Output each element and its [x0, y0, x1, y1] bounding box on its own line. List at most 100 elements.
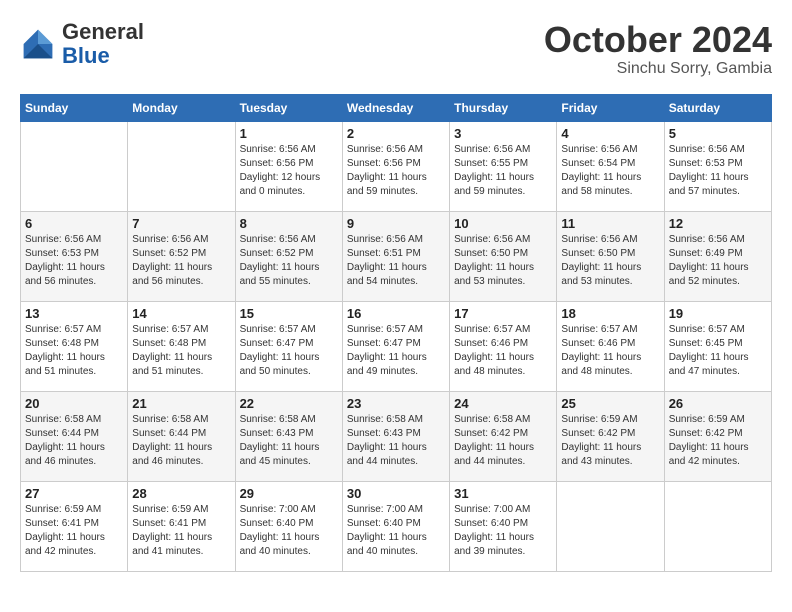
- day-info: Sunrise: 6:57 AM Sunset: 6:46 PM Dayligh…: [561, 323, 659, 379]
- day-number: 16: [347, 306, 445, 321]
- day-info: Sunrise: 6:56 AM Sunset: 6:53 PM Dayligh…: [25, 233, 123, 289]
- calendar-cell: 4 Sunrise: 6:56 AM Sunset: 6:54 PM Daylig…: [557, 121, 664, 211]
- day-number: 1: [240, 126, 338, 141]
- weekday-header: Wednesday: [342, 94, 449, 121]
- calendar-cell: 14Sunrise: 6:57 AM Sunset: 6:48 PM Dayli…: [128, 301, 235, 391]
- day-number: 15: [240, 306, 338, 321]
- day-info: Sunrise: 6:58 AM Sunset: 6:44 PM Dayligh…: [132, 413, 230, 469]
- day-number: 12: [669, 216, 767, 231]
- day-info: Sunrise: 6:56 AM Sunset: 6:53 PM Dayligh…: [669, 143, 767, 199]
- calendar-cell: 19 Sunrise: 6:57 AM Sunset: 6:45 PM Dayli…: [664, 301, 771, 391]
- day-info: Sunrise: 6:59 AM Sunset: 6:41 PM Dayligh…: [132, 503, 230, 559]
- day-info: Sunrise: 6:56 AM Sunset: 6:52 PM Dayligh…: [132, 233, 230, 289]
- day-number: 18: [561, 306, 659, 321]
- day-info: Sunrise: 6:58 AM Sunset: 6:42 PM Dayligh…: [454, 413, 552, 469]
- logo: General Blue: [20, 20, 144, 68]
- weekday-header: Friday: [557, 94, 664, 121]
- calendar-week-row: 1 Sunrise: 6:56 AM Sunset: 6:56 PM Daylig…: [21, 121, 772, 211]
- calendar-header: SundayMondayTuesdayWednesdayThursdayFrid…: [21, 94, 772, 121]
- calendar-cell: 29Sunrise: 7:00 AM Sunset: 6:40 PM Dayli…: [235, 481, 342, 571]
- day-info: Sunrise: 6:56 AM Sunset: 6:55 PM Dayligh…: [454, 143, 552, 199]
- calendar-cell: 2 Sunrise: 6:56 AM Sunset: 6:56 PM Daylig…: [342, 121, 449, 211]
- day-info: Sunrise: 6:58 AM Sunset: 6:43 PM Dayligh…: [347, 413, 445, 469]
- day-number: 19: [669, 306, 767, 321]
- calendar-cell: 15 Sunrise: 6:57 AM Sunset: 6:47 PM Dayli…: [235, 301, 342, 391]
- day-number: 4: [561, 126, 659, 141]
- day-info: Sunrise: 6:56 AM Sunset: 6:50 PM Dayligh…: [454, 233, 552, 289]
- day-number: 5: [669, 126, 767, 141]
- day-info: Sunrise: 6:57 AM Sunset: 6:47 PM Dayligh…: [240, 323, 338, 379]
- day-number: 8: [240, 216, 338, 231]
- day-number: 10: [454, 216, 552, 231]
- day-info: Sunrise: 6:58 AM Sunset: 6:44 PM Dayligh…: [25, 413, 123, 469]
- day-info: Sunrise: 6:56 AM Sunset: 6:52 PM Dayligh…: [240, 233, 338, 289]
- day-number: 20: [25, 396, 123, 411]
- calendar-cell: 3Sunrise: 6:56 AM Sunset: 6:55 PM Daylig…: [450, 121, 557, 211]
- calendar-cell: 23 Sunrise: 6:58 AM Sunset: 6:43 PM Dayli…: [342, 391, 449, 481]
- day-info: Sunrise: 6:56 AM Sunset: 6:50 PM Dayligh…: [561, 233, 659, 289]
- day-number: 21: [132, 396, 230, 411]
- calendar-cell: [21, 121, 128, 211]
- day-number: 25: [561, 396, 659, 411]
- calendar-cell: 16 Sunrise: 6:57 AM Sunset: 6:47 PM Dayli…: [342, 301, 449, 391]
- day-number: 23: [347, 396, 445, 411]
- calendar-cell: 28Sunrise: 6:59 AM Sunset: 6:41 PM Dayli…: [128, 481, 235, 571]
- day-info: Sunrise: 6:59 AM Sunset: 6:42 PM Dayligh…: [561, 413, 659, 469]
- calendar-table: SundayMondayTuesdayWednesdayThursdayFrid…: [20, 94, 772, 572]
- day-number: 13: [25, 306, 123, 321]
- day-info: Sunrise: 6:57 AM Sunset: 6:47 PM Dayligh…: [347, 323, 445, 379]
- day-info: Sunrise: 6:56 AM Sunset: 6:56 PM Dayligh…: [240, 143, 338, 199]
- day-number: 2: [347, 126, 445, 141]
- day-info: Sunrise: 6:57 AM Sunset: 6:48 PM Dayligh…: [25, 323, 123, 379]
- calendar-cell: 6 Sunrise: 6:56 AM Sunset: 6:53 PM Daylig…: [21, 211, 128, 301]
- calendar-week-row: 13 Sunrise: 6:57 AM Sunset: 6:48 PM Dayli…: [21, 301, 772, 391]
- calendar-cell: 12 Sunrise: 6:56 AM Sunset: 6:49 PM Dayli…: [664, 211, 771, 301]
- calendar-cell: 10 Sunrise: 6:56 AM Sunset: 6:50 PM Dayli…: [450, 211, 557, 301]
- page-header: General Blue October 2024 Sinchu Sorry, …: [20, 20, 772, 78]
- month-title: October 2024: [544, 20, 772, 60]
- logo-icon: [20, 26, 56, 62]
- calendar-cell: [664, 481, 771, 571]
- day-number: 9: [347, 216, 445, 231]
- calendar-cell: 11Sunrise: 6:56 AM Sunset: 6:50 PM Dayli…: [557, 211, 664, 301]
- weekday-header: Saturday: [664, 94, 771, 121]
- calendar-cell: 30Sunrise: 7:00 AM Sunset: 6:40 PM Dayli…: [342, 481, 449, 571]
- day-info: Sunrise: 6:58 AM Sunset: 6:43 PM Dayligh…: [240, 413, 338, 469]
- calendar-cell: 5 Sunrise: 6:56 AM Sunset: 6:53 PM Daylig…: [664, 121, 771, 211]
- weekday-header: Sunday: [21, 94, 128, 121]
- calendar-cell: 13 Sunrise: 6:57 AM Sunset: 6:48 PM Dayli…: [21, 301, 128, 391]
- calendar-cell: 26Sunrise: 6:59 AM Sunset: 6:42 PM Dayli…: [664, 391, 771, 481]
- day-info: Sunrise: 6:59 AM Sunset: 6:42 PM Dayligh…: [669, 413, 767, 469]
- calendar-cell: 27Sunrise: 6:59 AM Sunset: 6:41 PM Dayli…: [21, 481, 128, 571]
- calendar-cell: 7 Sunrise: 6:56 AM Sunset: 6:52 PM Daylig…: [128, 211, 235, 301]
- calendar-cell: 17 Sunrise: 6:57 AM Sunset: 6:46 PM Dayli…: [450, 301, 557, 391]
- day-info: Sunrise: 6:57 AM Sunset: 6:48 PM Dayligh…: [132, 323, 230, 379]
- calendar-cell: 24 Sunrise: 6:58 AM Sunset: 6:42 PM Dayli…: [450, 391, 557, 481]
- day-info: Sunrise: 7:00 AM Sunset: 6:40 PM Dayligh…: [240, 503, 338, 559]
- calendar-cell: 25 Sunrise: 6:59 AM Sunset: 6:42 PM Dayli…: [557, 391, 664, 481]
- day-info: Sunrise: 6:56 AM Sunset: 6:56 PM Dayligh…: [347, 143, 445, 199]
- calendar-week-row: 27Sunrise: 6:59 AM Sunset: 6:41 PM Dayli…: [21, 481, 772, 571]
- calendar-cell: [557, 481, 664, 571]
- day-number: 30: [347, 486, 445, 501]
- day-info: Sunrise: 6:56 AM Sunset: 6:54 PM Dayligh…: [561, 143, 659, 199]
- day-number: 7: [132, 216, 230, 231]
- day-info: Sunrise: 6:57 AM Sunset: 6:46 PM Dayligh…: [454, 323, 552, 379]
- logo-blue: Blue: [62, 43, 110, 68]
- calendar-week-row: 6 Sunrise: 6:56 AM Sunset: 6:53 PM Daylig…: [21, 211, 772, 301]
- calendar-cell: 8 Sunrise: 6:56 AM Sunset: 6:52 PM Daylig…: [235, 211, 342, 301]
- logo-general: General: [62, 19, 144, 44]
- day-info: Sunrise: 7:00 AM Sunset: 6:40 PM Dayligh…: [454, 503, 552, 559]
- day-number: 6: [25, 216, 123, 231]
- calendar-cell: 9 Sunrise: 6:56 AM Sunset: 6:51 PM Daylig…: [342, 211, 449, 301]
- day-number: 24: [454, 396, 552, 411]
- calendar-cell: 18 Sunrise: 6:57 AM Sunset: 6:46 PM Dayli…: [557, 301, 664, 391]
- day-info: Sunrise: 6:56 AM Sunset: 6:51 PM Dayligh…: [347, 233, 445, 289]
- day-info: Sunrise: 6:56 AM Sunset: 6:49 PM Dayligh…: [669, 233, 767, 289]
- day-number: 31: [454, 486, 552, 501]
- calendar-cell: 31 Sunrise: 7:00 AM Sunset: 6:40 PM Dayli…: [450, 481, 557, 571]
- day-number: 17: [454, 306, 552, 321]
- weekday-header: Monday: [128, 94, 235, 121]
- weekday-header: Thursday: [450, 94, 557, 121]
- day-info: Sunrise: 6:57 AM Sunset: 6:45 PM Dayligh…: [669, 323, 767, 379]
